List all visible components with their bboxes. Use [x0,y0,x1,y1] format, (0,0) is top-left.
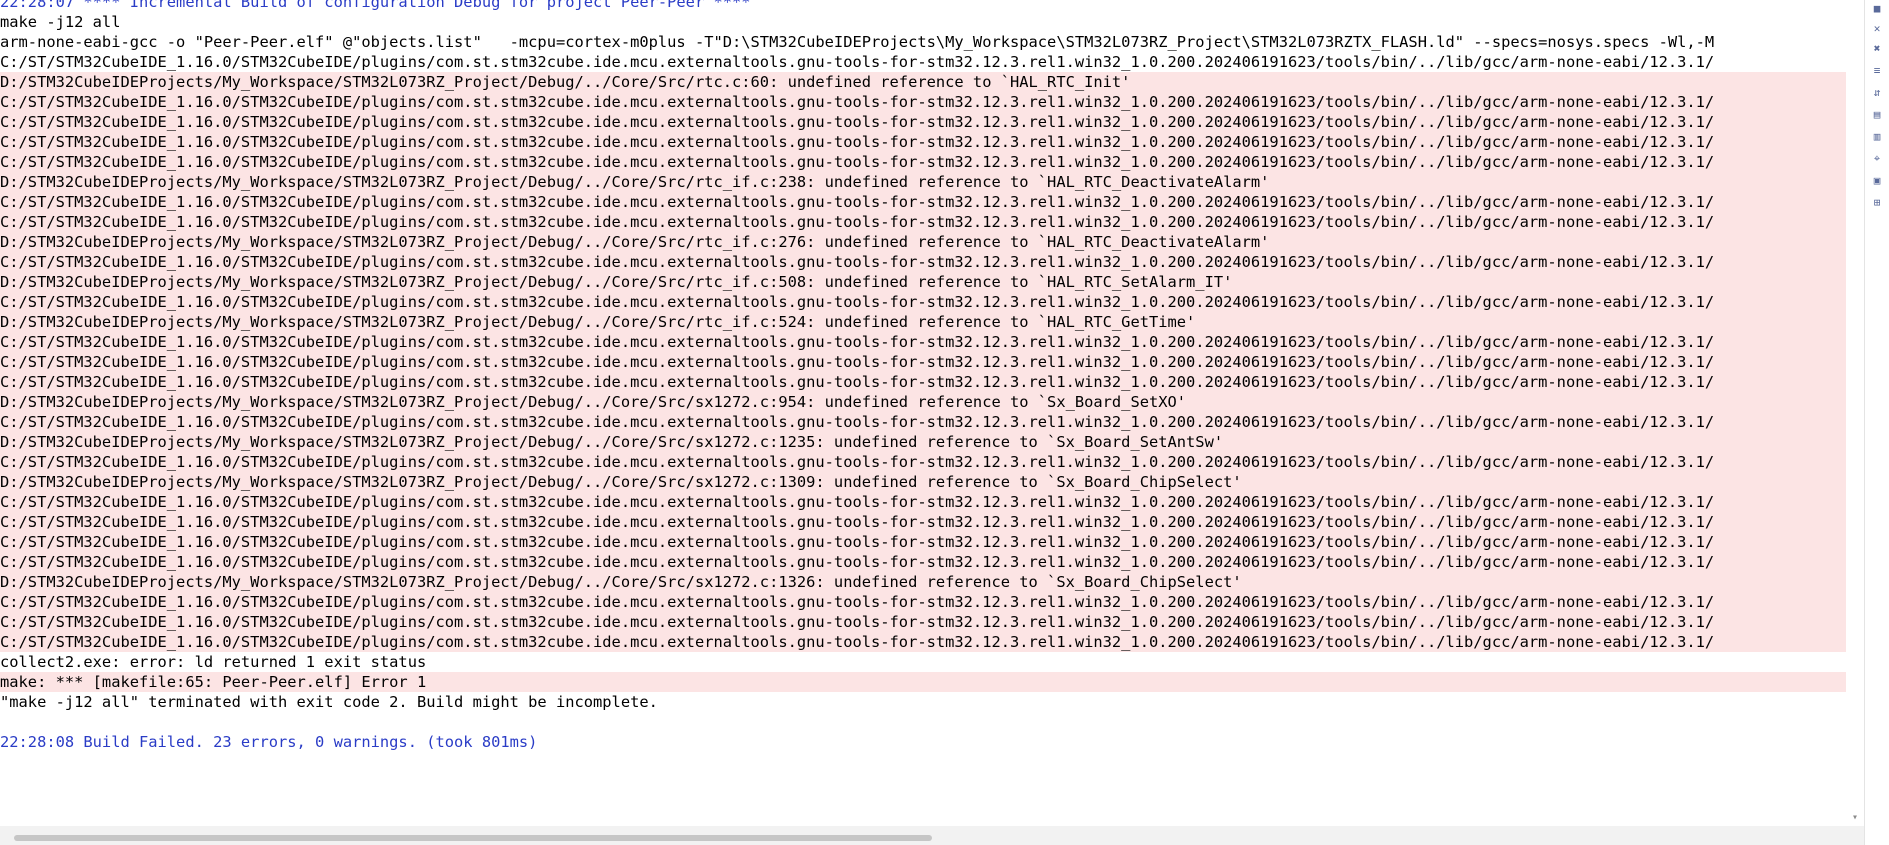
console-error-line: C:/ST/STM32CubeIDE_1.16.0/STM32CubeIDE/p… [0,92,1846,112]
console-error-line: C:/ST/STM32CubeIDE_1.16.0/STM32CubeIDE/p… [0,332,1846,352]
terminate-icon[interactable]: ■ [1870,2,1884,16]
horizontal-scrollbar-thumb[interactable] [14,835,932,841]
remove-all-icon[interactable]: ✖ [1870,42,1884,56]
scroll-lock-icon[interactable]: ⇵ [1870,86,1884,100]
console-error-line: C:/ST/STM32CubeIDE_1.16.0/STM32CubeIDE/p… [0,412,1846,432]
console-info-line: 22:28:08 Build Failed. 23 errors, 0 warn… [0,733,538,751]
console-error-line: C:/ST/STM32CubeIDE_1.16.0/STM32CubeIDE/p… [0,452,1846,472]
show-when-error-icon[interactable]: ▥ [1870,130,1884,144]
console-error-line: C:/ST/STM32CubeIDE_1.16.0/STM32CubeIDE/p… [0,632,1846,652]
console-error-line: C:/ST/STM32CubeIDE_1.16.0/STM32CubeIDE/p… [0,612,1846,632]
console-line: "make -j12 all" terminated with exit cod… [0,693,658,711]
console-error-line: C:/ST/STM32CubeIDE_1.16.0/STM32CubeIDE/p… [0,192,1846,212]
console-error-line: C:/ST/STM32CubeIDE_1.16.0/STM32CubeIDE/p… [0,592,1846,612]
console-line: make -j12 all [0,13,121,31]
scrollbar-corner [1846,826,1864,845]
console-error-line: C:/ST/STM32CubeIDE_1.16.0/STM32CubeIDE/p… [0,292,1846,312]
remove-launch-icon[interactable]: ✕ [1870,22,1884,36]
console-error-line: C:/ST/STM32CubeIDE_1.16.0/STM32CubeIDE/p… [0,112,1846,132]
console-error-line: C:/ST/STM32CubeIDE_1.16.0/STM32CubeIDE/p… [0,132,1846,152]
console-error-line: D:/STM32CubeIDEProjects/My_Workspace/STM… [0,72,1846,92]
word-wrap-icon[interactable]: ≡ [1870,64,1884,78]
console-error-line: make: *** [makefile:65: Peer-Peer.elf] E… [0,672,1846,692]
console-error-line: D:/STM32CubeIDEProjects/My_Workspace/STM… [0,392,1846,412]
console-error-line: D:/STM32CubeIDEProjects/My_Workspace/STM… [0,272,1846,292]
horizontal-scrollbar[interactable] [0,826,1846,845]
console-error-line: C:/ST/STM32CubeIDE_1.16.0/STM32CubeIDE/p… [0,532,1846,552]
console-error-line: C:/ST/STM32CubeIDE_1.16.0/STM32CubeIDE/p… [0,372,1846,392]
console-error-line: C:/ST/STM32CubeIDE_1.16.0/STM32CubeIDE/p… [0,492,1846,512]
console-line: arm-none-eabi-gcc -o "Peer-Peer.elf" @"o… [0,33,1715,51]
console-toolbar: ■ ✕ ✖ ≡ ⇵ ▤ ▥ ⌖ ▣ ⊞ [1864,0,1889,845]
console-error-line: C:/ST/STM32CubeIDE_1.16.0/STM32CubeIDE/p… [0,152,1846,172]
console-error-line: D:/STM32CubeIDEProjects/My_Workspace/STM… [0,312,1846,332]
console-error-line: D:/STM32CubeIDEProjects/My_Workspace/STM… [0,572,1846,592]
console-error-line: C:/ST/STM32CubeIDE_1.16.0/STM32CubeIDE/p… [0,512,1846,532]
scroll-down-arrow-icon[interactable]: ▾ [1846,810,1864,826]
console-error-line: C:/ST/STM32CubeIDE_1.16.0/STM32CubeIDE/p… [0,352,1846,372]
console-info-line: 22:28:07 **** Incremental Build of confi… [0,0,751,11]
vertical-scrollbar[interactable]: ▾ [1846,0,1864,826]
console-lines: 22:28:07 **** Incremental Build of confi… [0,0,1846,752]
console-line: collect2.exe: error: ld returned 1 exit … [0,653,427,671]
console-error-line: D:/STM32CubeIDEProjects/My_Workspace/STM… [0,172,1846,192]
console-error-line: D:/STM32CubeIDEProjects/My_Workspace/STM… [0,232,1846,252]
console-error-line: C:/ST/STM32CubeIDE_1.16.0/STM32CubeIDE/p… [0,252,1846,272]
console-error-line: C:/ST/STM32CubeIDE_1.16.0/STM32CubeIDE/p… [0,212,1846,232]
display-console-icon[interactable]: ▣ [1870,174,1884,188]
open-console-icon[interactable]: ⊞ [1870,196,1884,210]
console-line: C:/ST/STM32CubeIDE_1.16.0/STM32CubeIDE/p… [0,53,1715,71]
pin-console-icon[interactable]: ⌖ [1870,152,1884,166]
show-when-output-icon[interactable]: ▤ [1870,108,1884,122]
console-error-line: D:/STM32CubeIDEProjects/My_Workspace/STM… [0,472,1846,492]
console-error-line: D:/STM32CubeIDEProjects/My_Workspace/STM… [0,432,1846,452]
console-output[interactable]: 22:28:07 **** Incremental Build of confi… [0,0,1846,826]
console-error-line: C:/ST/STM32CubeIDE_1.16.0/STM32CubeIDE/p… [0,552,1846,572]
